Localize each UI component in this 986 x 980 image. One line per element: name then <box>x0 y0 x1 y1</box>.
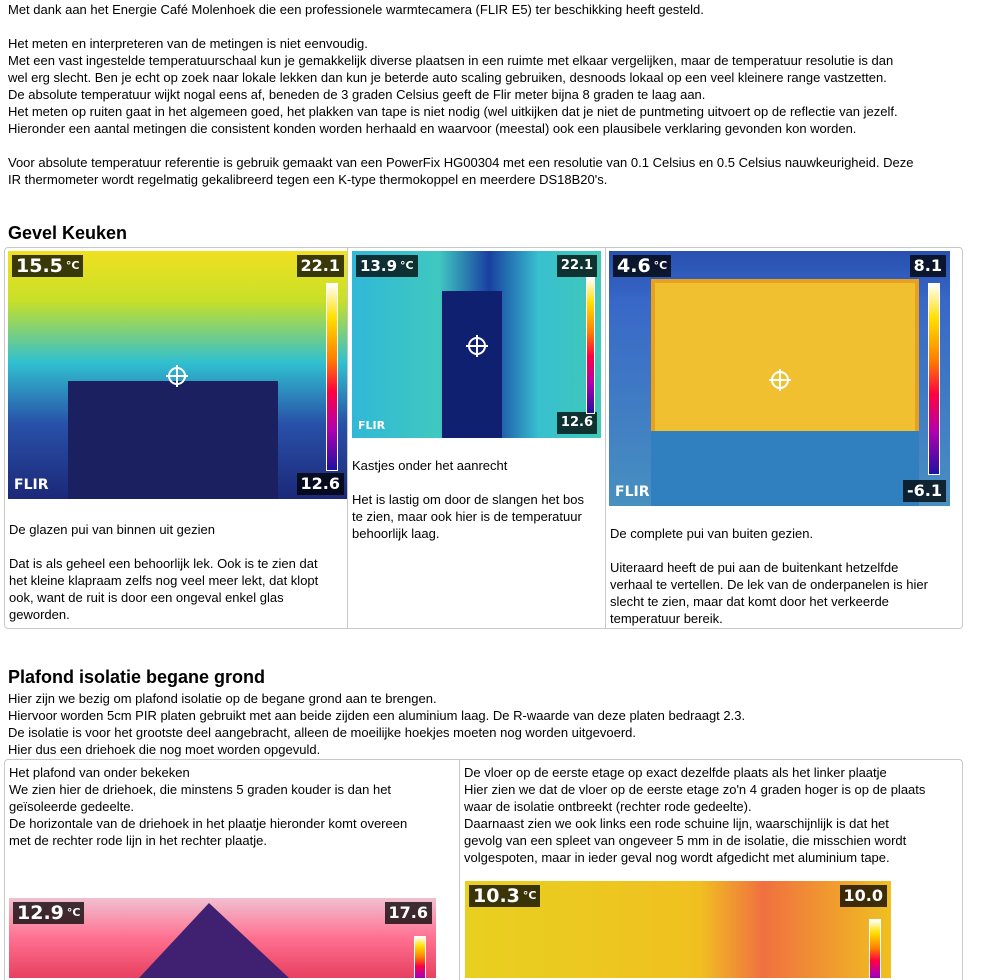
caption-outside: De complete pui van buiten gezien. Uiter… <box>610 526 928 626</box>
thanks-text: Met dank aan het Energie Café Molenhoek … <box>8 2 704 17</box>
caption-floor: De vloer op de eerste etage op exact dez… <box>464 765 926 865</box>
scale-bar <box>326 283 338 471</box>
intro-line-3: wel erg slecht. Ben je echt op zoek naar… <box>8 70 887 85</box>
crosshair-icon <box>166 365 188 387</box>
spot-temperature: 10.3 °C <box>469 885 541 907</box>
scale-min: 12.6 <box>556 412 597 434</box>
thermal-image-floor: 10.3 °C 10.0 <box>465 881 891 978</box>
flir-logo: FLIR <box>14 477 49 493</box>
gevel-keuken-table: 15.5 °C 22.1 12.6 FLIR De glazen pui van … <box>4 247 963 629</box>
scale-min: 12.6 <box>296 473 344 495</box>
scale-bar <box>928 283 940 475</box>
scale-max: 10.0 <box>839 885 887 907</box>
caption-below: Het plafond van onder bekeken We zien hi… <box>9 765 408 848</box>
section-heading-gevel-keuken: Gevel Keuken <box>8 223 128 243</box>
crosshair-icon <box>466 335 488 357</box>
caption-inside: De glazen pui van binnen uit gezien Dat … <box>9 522 319 622</box>
plafond-line-2: Hiervoor worden 5cm PIR platen gebruikt … <box>8 708 746 723</box>
flir-logo: FLIR <box>615 484 650 500</box>
scale-bar <box>869 919 881 978</box>
window-frame <box>651 279 919 437</box>
plafond-cell-below: Het plafond van onder bekeken We zien hi… <box>5 760 459 980</box>
gevel-cell-outside: 4.6 °C 8.1 -6.1 FLIR De complete pui van … <box>605 248 962 628</box>
scale-max: 22.1 <box>296 255 344 277</box>
intro-line-2: Met een vast ingestelde temperatuurschaa… <box>8 53 894 68</box>
flir-logo: FLIR <box>358 419 386 432</box>
thermal-image-ceiling: 12.9 °C 17.6 <box>9 898 436 978</box>
lower-panels <box>651 431 919 506</box>
scale-bar <box>586 277 595 414</box>
caption-kastjes: Kastjes onder het aanrecht Het is lastig… <box>352 458 584 541</box>
scale-max: 22.1 <box>556 255 597 277</box>
spot-temperature: 15.5 °C <box>12 255 84 277</box>
plafond-line-1: Hier zijn we bezig om plafond isolatie o… <box>8 691 437 706</box>
intro-line-4: De absolute temperatuur wijkt nogal eens… <box>8 87 706 102</box>
thermal-image-kastjes: 13.9 °C 22.1 12.6 FLIR <box>352 251 601 438</box>
crosshair-icon <box>769 369 791 391</box>
plafond-table: Het plafond van onder bekeken We zien hi… <box>4 759 963 980</box>
section-heading-plafond: Plafond isolatie begane grond <box>8 667 266 687</box>
window-pane <box>68 381 278 499</box>
reference-line-2: IR thermometer wordt regelmatig gekalibr… <box>8 172 608 187</box>
gevel-cell-inside: 15.5 °C 22.1 12.6 FLIR De glazen pui van … <box>5 248 348 628</box>
spot-temperature: 13.9 °C <box>356 255 418 277</box>
scale-max: 8.1 <box>909 255 946 277</box>
scale-bar <box>414 936 426 978</box>
plafond-cell-floor: De vloer op de eerste etage op exact dez… <box>459 760 962 980</box>
pipes-area <box>442 291 502 438</box>
thermal-image-inside: 15.5 °C 22.1 12.6 FLIR <box>8 251 348 499</box>
reference-line-1: Voor absolute temperatuur referentie is … <box>8 155 914 170</box>
thermal-image-outside: 4.6 °C 8.1 -6.1 FLIR <box>609 251 950 506</box>
spot-temperature: 4.6 °C <box>613 255 672 277</box>
plafond-line-3: De isolatie is voor het grootste deel aa… <box>8 725 636 740</box>
intro-line-1: Het meten en interpreteren van de meting… <box>8 36 368 51</box>
spot-temperature: 12.9 °C <box>13 902 85 924</box>
scale-max: 17.6 <box>384 902 432 924</box>
intro-line-6: Hieronder een aantal metingen die consis… <box>8 121 857 136</box>
plafond-line-4: Hier dus een driehoek die nog moet worde… <box>8 742 321 757</box>
scale-min: -6.1 <box>903 480 946 502</box>
gevel-cell-kastjes: 13.9 °C 22.1 12.6 FLIR Kastjes onder het … <box>347 248 606 628</box>
intro-line-5: Het meten op ruiten gaat in het algemeen… <box>8 104 898 119</box>
